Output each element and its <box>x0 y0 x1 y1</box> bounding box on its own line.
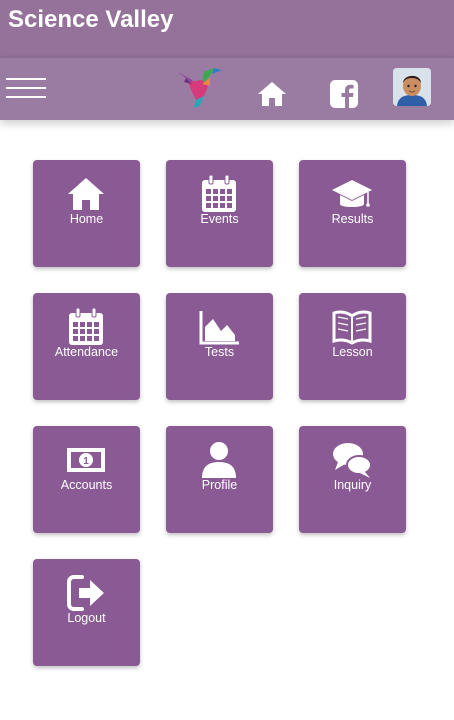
tile-inquiry[interactable]: Inquiry <box>299 426 406 533</box>
tile-tests[interactable]: Tests <box>166 293 273 400</box>
tile-profile[interactable]: Profile <box>166 426 273 533</box>
tile-events[interactable]: Events <box>166 160 273 267</box>
tile-label: Lesson <box>332 345 373 359</box>
app-titlebar: Science Valley <box>0 0 454 56</box>
tile-label: Logout <box>67 611 106 625</box>
tile-label: Attendance <box>54 345 119 359</box>
svg-text:1: 1 <box>83 456 89 467</box>
calendar-icon <box>202 174 236 212</box>
tile-label: Inquiry <box>333 478 372 492</box>
calendar-icon <box>69 307 103 345</box>
tile-label: Results <box>331 212 374 226</box>
book-icon <box>332 310 372 345</box>
tile-home[interactable]: Home <box>33 160 140 267</box>
tile-label: Accounts <box>60 478 113 492</box>
tile-label: Home <box>69 212 104 226</box>
tile-attendance[interactable]: Attendance <box>33 293 140 400</box>
tile-accounts[interactable]: 1 Accounts <box>33 426 140 533</box>
app-title: Science Valley <box>8 6 174 33</box>
tile-label: Tests <box>204 345 235 359</box>
area-chart-icon <box>199 311 239 345</box>
hummingbird-logo <box>178 68 222 108</box>
tile-results[interactable]: Results <box>299 160 406 267</box>
user-avatar[interactable] <box>393 68 431 106</box>
home-icon <box>68 178 104 210</box>
tile-logout[interactable]: Logout <box>33 559 140 666</box>
graduation-cap-icon <box>332 180 372 207</box>
facebook-icon[interactable] <box>330 80 358 108</box>
chat-icon <box>333 443 372 478</box>
sign-out-icon <box>67 575 104 611</box>
tile-label: Events <box>200 212 239 226</box>
money-icon: 1 <box>67 448 105 472</box>
tile-lesson[interactable]: Lesson <box>299 293 406 400</box>
hamburger-icon[interactable] <box>6 76 46 100</box>
user-icon <box>202 442 236 478</box>
home-icon[interactable] <box>256 80 288 108</box>
top-toolbar <box>0 56 454 120</box>
tile-label: Profile <box>201 478 238 492</box>
